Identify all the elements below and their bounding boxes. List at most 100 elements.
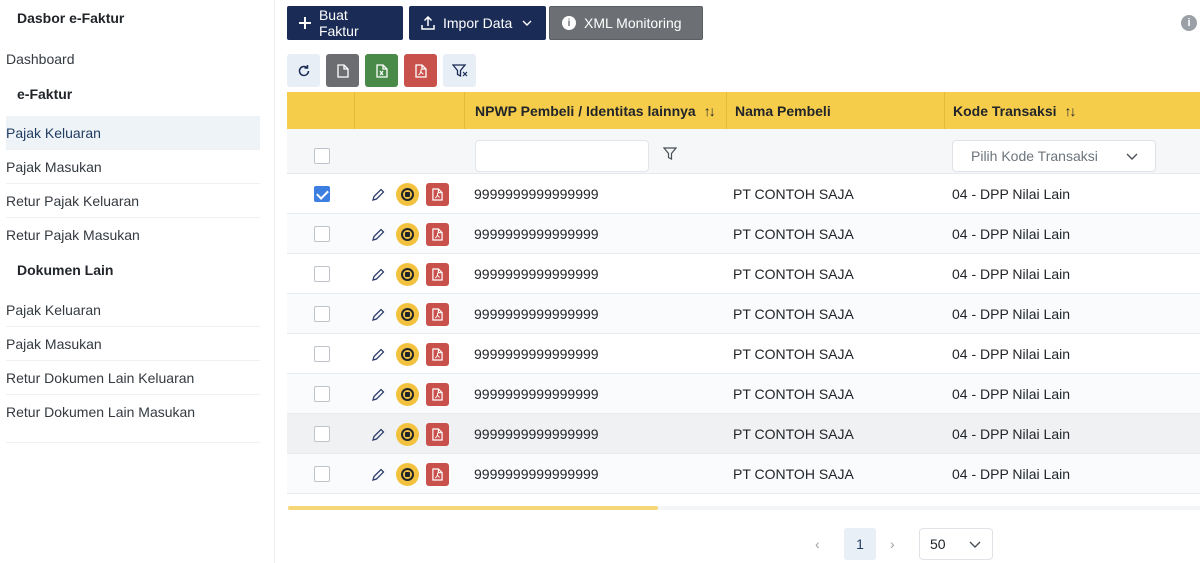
export-excel-button[interactable] [365, 54, 398, 87]
pdf-icon [432, 388, 443, 401]
row-checkbox[interactable] [314, 466, 330, 482]
buat-faktur-button[interactable]: Buat Faktur [287, 6, 403, 40]
refresh-button[interactable] [287, 54, 320, 87]
sidebar-item-dok-pajak-masukan[interactable]: Pajak Masukan [6, 327, 260, 361]
row-checkbox[interactable] [314, 346, 330, 362]
stop-button[interactable] [396, 343, 419, 366]
pdf-icon [432, 268, 443, 281]
header-npwp[interactable]: NPWP Pembeli / Identitas lainnya ↑↓ [465, 92, 727, 129]
pencil-icon [372, 308, 385, 321]
new-file-button[interactable] [326, 54, 359, 87]
stop-button[interactable] [396, 463, 419, 486]
table-row[interactable]: 9999999999999999 PT CONTOH SAJA 04 - DPP N… [287, 174, 1200, 214]
sidebar-item-label: Retur Pajak Masukan [6, 227, 140, 243]
sort-icon[interactable]: ↑↓ [704, 103, 716, 119]
row-checkbox[interactable] [314, 226, 330, 242]
sidebar-item-label: Dashboard [6, 51, 75, 67]
stop-button[interactable] [396, 183, 419, 206]
clear-filter-button[interactable] [443, 54, 476, 87]
sidebar-item-label: Retur Dokumen Lain Keluaran [6, 369, 195, 386]
sidebar-item-dok-pajak-keluaran[interactable]: Pajak Keluaran [6, 293, 260, 327]
row-pdf-button[interactable] [426, 343, 449, 366]
row-checkbox[interactable] [314, 186, 330, 202]
table-row[interactable]: 9999999999999999 PT CONTOH SAJA 04 - DPP N… [287, 374, 1200, 414]
row-checkbox[interactable] [314, 426, 330, 442]
sidebar-item-retur-dok-masukan[interactable]: Retur Dokumen Lain Masukan [6, 395, 260, 443]
sidebar-item-retur-pajak-masukan[interactable]: Retur Pajak Masukan [6, 218, 260, 252]
pencil-icon [372, 428, 385, 441]
buat-faktur-label: Buat Faktur [318, 7, 359, 39]
edit-button[interactable] [367, 344, 389, 366]
sidebar-section-efaktur: e-Faktur [17, 86, 73, 102]
cell-npwp: 9999999999999999 [474, 226, 599, 242]
filter-icon[interactable] [663, 147, 677, 161]
header-kode-transaksi[interactable]: Kode Transaksi ↑↓ [945, 92, 1200, 129]
pagination-current-page[interactable]: 1 [844, 528, 876, 560]
pdf-icon [432, 348, 443, 361]
pencil-icon [372, 388, 385, 401]
kode-transaksi-select[interactable]: Pilih Kode Transaksi [952, 140, 1156, 172]
stop-circle-icon [401, 428, 414, 441]
sidebar-item-retur-pajak-keluaran[interactable]: Retur Pajak Keluaran [6, 184, 260, 218]
cell-npwp: 9999999999999999 [474, 386, 599, 402]
edit-button[interactable] [367, 384, 389, 406]
cell-npwp: 9999999999999999 [474, 426, 599, 442]
row-pdf-button[interactable] [426, 183, 449, 206]
row-pdf-button[interactable] [426, 223, 449, 246]
edit-button[interactable] [367, 264, 389, 286]
row-pdf-button[interactable] [426, 263, 449, 286]
table-row[interactable]: 9999999999999999 PT CONTOH SAJA 04 - DPP N… [287, 414, 1200, 454]
pencil-icon [372, 228, 385, 241]
sort-icon[interactable]: ↑↓ [1065, 103, 1077, 119]
sidebar-item-retur-dok-keluaran[interactable]: Retur Dokumen Lain Keluaran [6, 361, 260, 395]
cell-npwp: 9999999999999999 [474, 306, 599, 322]
sidebar-item-dashboard[interactable]: Dashboard [6, 42, 260, 76]
edit-button[interactable] [367, 304, 389, 326]
cell-kode-transaksi: 04 - DPP Nilai Lain [952, 226, 1071, 242]
page-size-select[interactable]: 50 [919, 528, 993, 560]
header-nama-pembeli: Nama Pembeli [727, 92, 945, 129]
cell-kode-transaksi: 04 - DPP Nilai Lain [952, 426, 1071, 442]
select-all-checkbox[interactable] [314, 148, 330, 164]
table-row[interactable]: 9999999999999999 PT CONTOH SAJA 04 - DPP N… [287, 334, 1200, 374]
cell-nama-pembeli: PT CONTOH SAJA [733, 346, 854, 362]
stop-button[interactable] [396, 223, 419, 246]
row-checkbox[interactable] [314, 266, 330, 282]
stop-circle-icon [401, 348, 414, 361]
table-row[interactable]: 9999999999999999 PT CONTOH SAJA 04 - DPP N… [287, 254, 1200, 294]
table-row[interactable]: 9999999999999999 PT CONTOH SAJA 04 - DPP N… [287, 294, 1200, 334]
edit-button[interactable] [367, 184, 389, 206]
row-checkbox[interactable] [314, 306, 330, 322]
stop-button[interactable] [396, 423, 419, 446]
row-pdf-button[interactable] [426, 463, 449, 486]
edit-button[interactable] [367, 224, 389, 246]
edit-button[interactable] [367, 424, 389, 446]
row-checkbox[interactable] [314, 386, 330, 402]
horizontal-scrollbar-thumb[interactable] [288, 506, 658, 510]
pagination-prev-icon[interactable]: ‹ [815, 536, 820, 552]
sidebar-item-pajak-keluaran[interactable]: Pajak Keluaran [6, 116, 260, 150]
row-pdf-button[interactable] [426, 383, 449, 406]
row-pdf-button[interactable] [426, 423, 449, 446]
xml-monitoring-button[interactable]: i XML Monitoring [549, 6, 703, 40]
header-action-col [355, 92, 465, 129]
stop-button[interactable] [396, 303, 419, 326]
row-pdf-button[interactable] [426, 303, 449, 326]
sidebar: Dasbor e-Faktur Dashboard e-Faktur Pajak… [0, 0, 275, 563]
edit-button[interactable] [367, 464, 389, 486]
sidebar-item-pajak-masukan[interactable]: Pajak Masukan [6, 150, 260, 184]
cell-nama-pembeli: PT CONTOH SAJA [733, 226, 854, 242]
info-icon[interactable]: i [1181, 15, 1197, 31]
table-row[interactable]: 9999999999999999 PT CONTOH SAJA 04 - DPP N… [287, 214, 1200, 254]
sidebar-item-label: Retur Pajak Keluaran [6, 192, 140, 209]
sidebar-item-label: Pajak Keluaran [6, 124, 101, 141]
export-pdf-button[interactable] [404, 54, 437, 87]
npwp-filter-input[interactable] [475, 140, 649, 172]
stop-button[interactable] [396, 383, 419, 406]
stop-button[interactable] [396, 263, 419, 286]
pagination-next-icon[interactable]: › [890, 536, 895, 552]
impor-data-button[interactable]: Impor Data [409, 6, 546, 40]
sidebar-title: Dasbor e-Faktur [17, 10, 125, 26]
chevron-down-icon [1126, 153, 1138, 160]
table-row[interactable]: 9999999999999999 PT CONTOH SAJA 04 - DPP N… [287, 454, 1200, 494]
